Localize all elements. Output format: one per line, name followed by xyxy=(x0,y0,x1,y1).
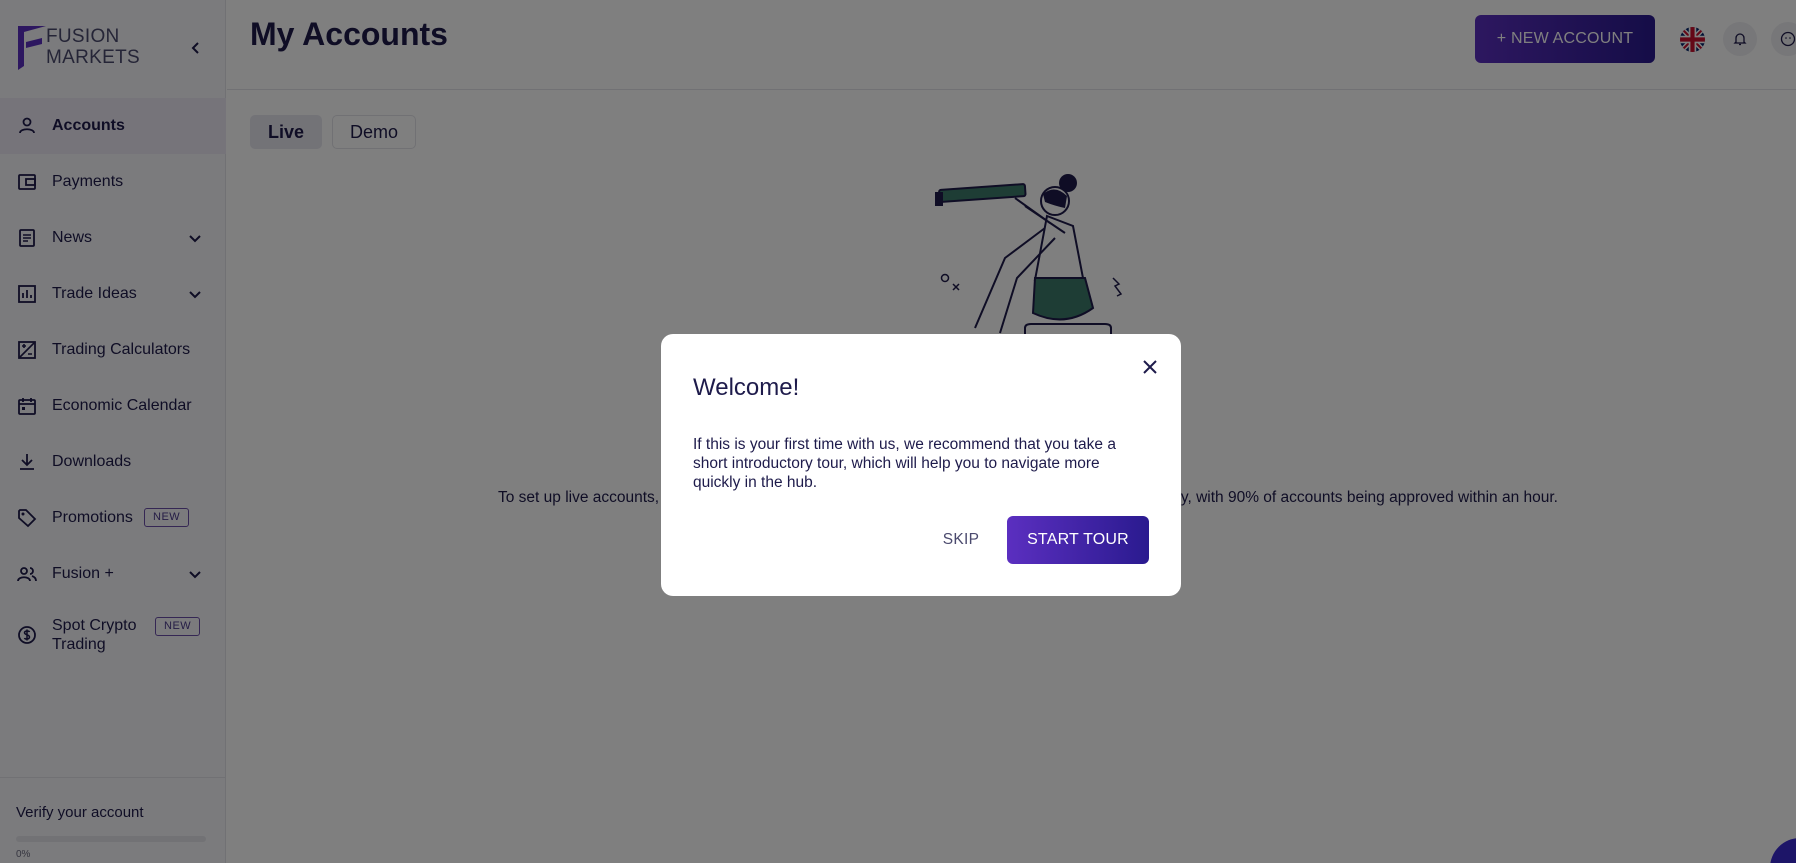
welcome-modal: Welcome! If this is your first time with… xyxy=(661,334,1181,596)
skip-button[interactable]: SKIP xyxy=(933,516,989,564)
close-icon[interactable] xyxy=(1141,358,1159,376)
modal-title: Welcome! xyxy=(693,374,800,401)
start-tour-button[interactable]: START TOUR xyxy=(1007,516,1149,564)
modal-body-text: If this is your first time with us, we r… xyxy=(693,436,1116,491)
